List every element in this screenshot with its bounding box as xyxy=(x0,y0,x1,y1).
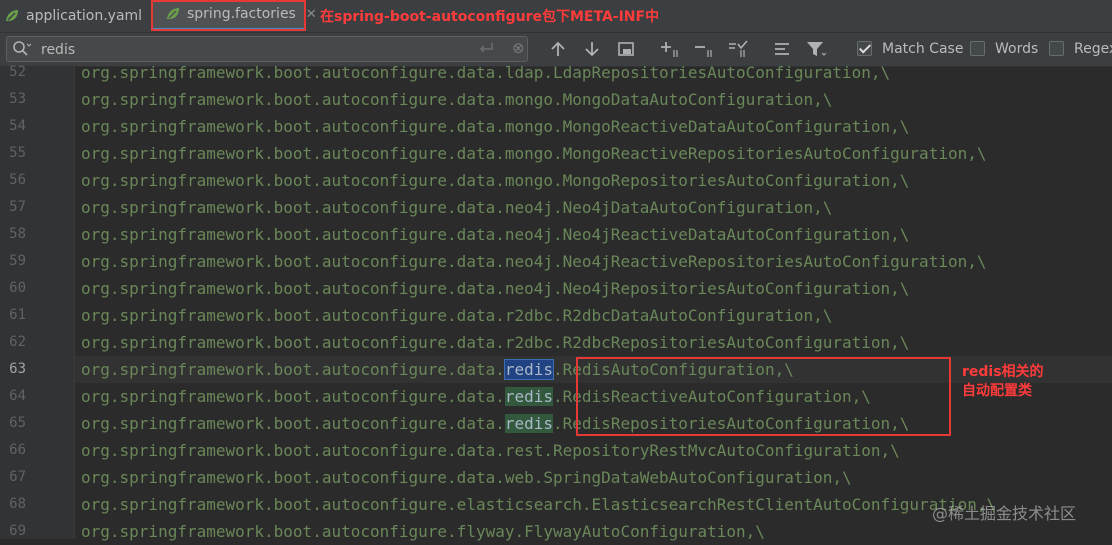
annotation-line: redis相关的 xyxy=(962,364,1044,380)
line-number: 60 xyxy=(9,280,26,296)
tab-application-yaml[interactable]: application.yaml xyxy=(4,0,142,31)
annotation-outline-tab xyxy=(151,0,306,31)
line-number: 67 xyxy=(9,469,26,485)
code-text: org.springframework.boot.autoconfigure.d… xyxy=(81,441,900,460)
line-number: 63 xyxy=(9,361,26,377)
code-line[interactable]: 61 org.springframework.boot.autoconfigur… xyxy=(0,302,1112,329)
line-number: 69 xyxy=(9,523,26,539)
code-text: org.springframework.boot.autoconfigure.d… xyxy=(81,198,833,217)
code-text: org.springframework.boot.autoconfigure.d… xyxy=(81,90,833,109)
line-number: 58 xyxy=(9,226,26,242)
regex-label: Regex xyxy=(1074,41,1112,57)
new-line-icon[interactable] xyxy=(477,41,495,61)
code-text: org.springframework.boot.autoconfigure.d… xyxy=(81,117,910,136)
watermark: @稀土掘金技术社区 xyxy=(932,504,1077,523)
line-number: 66 xyxy=(9,442,26,458)
search-match[interactable]: redis xyxy=(504,387,554,406)
code-text: org.springframework.boot.autoconfigure.d… xyxy=(81,333,910,352)
code-text: org.springframework.boot.autoconfigure.d… xyxy=(81,225,910,244)
tab-label: application.yaml xyxy=(26,7,143,24)
line-number: 61 xyxy=(9,307,26,323)
annotation-redis-config: redis相关的 自动配置类 xyxy=(962,363,1044,401)
code-text: org.springframework.boot.autoconfigure.d… xyxy=(81,144,987,163)
line-number: 52 xyxy=(9,64,26,80)
code-line[interactable]: 55 org.springframework.boot.autoconfigur… xyxy=(0,140,1112,167)
match-case-checkbox[interactable] xyxy=(857,41,872,56)
code-prefix: org.springframework.boot.autoconfigure.d… xyxy=(81,387,505,406)
line-number: 62 xyxy=(9,334,26,350)
code-text: org.springframework.boot.autoconfigure.e… xyxy=(81,495,997,514)
search-match-current[interactable]: redis xyxy=(503,359,555,380)
search-input[interactable] xyxy=(39,39,463,61)
line-number: 54 xyxy=(9,118,26,134)
line-number: 55 xyxy=(9,145,26,161)
annotation-outline-redis xyxy=(576,357,951,436)
code-line[interactable]: 54 org.springframework.boot.autoconfigur… xyxy=(0,113,1112,140)
code-text: org.springframework.boot.autoconfigure.d… xyxy=(81,252,987,271)
code-text: org.springframework.boot.autoconfigure.d… xyxy=(81,468,852,487)
code-line[interactable]: 60 org.springframework.boot.autoconfigur… xyxy=(0,275,1112,302)
line-number: 56 xyxy=(9,172,26,188)
search-match[interactable]: redis xyxy=(504,414,554,433)
code-line[interactable]: 59 org.springframework.boot.autoconfigur… xyxy=(0,248,1112,275)
annotation-tab-location: 在spring-boot-autoconfigure包下META-INF中 xyxy=(320,9,660,25)
code-line[interactable]: 56 org.springframework.boot.autoconfigur… xyxy=(0,167,1112,194)
editor-tab-bar: application.yaml spring.factories ✕ 在spr… xyxy=(0,0,1112,33)
annotation-line: 自动配置类 xyxy=(962,383,1032,399)
code-line[interactable]: 67 org.springframework.boot.autoconfigur… xyxy=(0,464,1112,491)
code-text: org.springframework.boot.autoconfigure.d… xyxy=(81,171,910,190)
code-line[interactable]: 57 org.springframework.boot.autoconfigur… xyxy=(0,194,1112,221)
code-line[interactable]: 62 org.springframework.boot.autoconfigur… xyxy=(0,329,1112,356)
regex-checkbox[interactable] xyxy=(1049,41,1064,56)
line-number: 59 xyxy=(9,253,26,269)
words-label: Words xyxy=(995,41,1039,57)
line-number: 65 xyxy=(9,415,26,431)
code-text: org.springframework.boot.autoconfigure.d… xyxy=(81,306,833,325)
clear-search-icon[interactable]: ⊗ xyxy=(512,39,525,57)
code-text: org.springframework.boot.autoconfigure.f… xyxy=(81,522,765,541)
line-number: 57 xyxy=(9,199,26,215)
code-line[interactable]: 53 org.springframework.boot.autoconfigur… xyxy=(0,86,1112,113)
words-checkbox[interactable] xyxy=(970,41,985,56)
line-number: 53 xyxy=(9,91,26,107)
code-line[interactable]: 52 org.springframework.boot.autoconfigur… xyxy=(0,59,1112,86)
code-prefix: org.springframework.boot.autoconfigure.d… xyxy=(81,414,505,433)
match-case-label: Match Case xyxy=(882,41,964,57)
code-prefix: org.springframework.boot.autoconfigure.d… xyxy=(81,360,505,379)
code-text: org.springframework.boot.autoconfigure.d… xyxy=(81,63,891,82)
close-tab-icon[interactable]: ✕ xyxy=(306,7,317,22)
yaml-file-icon xyxy=(4,8,20,24)
code-line[interactable]: 66 org.springframework.boot.autoconfigur… xyxy=(0,437,1112,464)
code-line[interactable]: 58 org.springframework.boot.autoconfigur… xyxy=(0,221,1112,248)
line-number: 64 xyxy=(9,388,26,404)
line-number: 68 xyxy=(9,496,26,512)
code-text: org.springframework.boot.autoconfigure.d… xyxy=(81,279,910,298)
